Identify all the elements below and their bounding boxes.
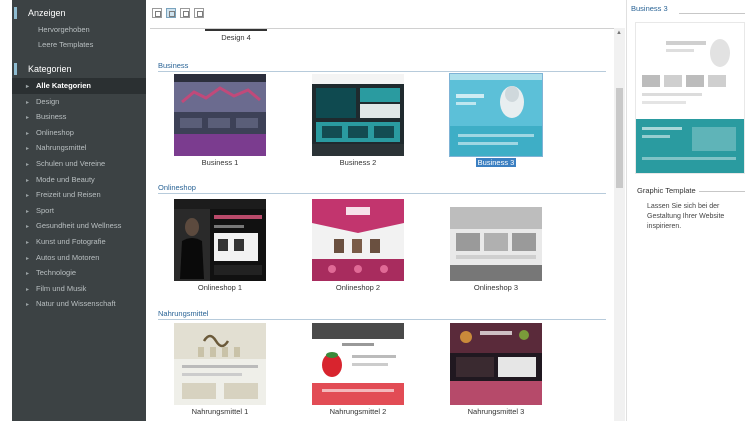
template-thumbnail-nahrungsmittel-3[interactable] (450, 323, 542, 405)
grid-large-icon (183, 11, 189, 17)
design-4-thumbnail-edge[interactable] (205, 29, 267, 31)
template-thumbnail-onlineshop-1[interactable] (174, 199, 266, 281)
category-item[interactable]: ▸ Mode und Beauty (12, 172, 146, 188)
section-bar-icon (14, 7, 17, 19)
caption-onlineshop-1[interactable]: Onlineshop 1 (160, 283, 280, 292)
category-label: Alle Kategorien (36, 81, 92, 90)
large-grid-view-button[interactable] (180, 8, 190, 18)
section-bar-icon (14, 63, 17, 75)
page-icon (197, 11, 203, 17)
categories-section-header[interactable]: Kategorien (12, 60, 146, 78)
template-thumbnail-business-1[interactable] (174, 74, 266, 156)
section-divider (158, 319, 606, 320)
template-thumbnail-onlineshop-2[interactable] (312, 199, 404, 281)
preview-panel: Business 3 Graphic Template Lassen Sie s… (626, 0, 750, 421)
business-3-preview (450, 74, 542, 156)
nahrungsmittel-2-preview (312, 323, 404, 405)
category-label: Sport (36, 205, 54, 215)
grid-small-icon (155, 11, 161, 17)
section-title-nahrungsmittel: Nahrungsmittel (158, 309, 209, 318)
show-section-header[interactable]: Anzeigen (12, 4, 146, 22)
category-label: Kunst und Fotografie (36, 236, 106, 246)
sidebar-item-featured[interactable]: Hervorgehoben (12, 22, 146, 37)
category-item[interactable]: ▸ Onlineshop (12, 125, 146, 141)
preview-section-divider (699, 191, 745, 192)
business-3-large-preview (636, 23, 744, 173)
section-divider (158, 193, 606, 194)
preview-description: Lassen Sie sich bei der Gestaltung Ihrer… (647, 203, 725, 230)
preview-title-divider (679, 13, 745, 14)
template-thumbnail-nahrungsmittel-1[interactable] (174, 323, 266, 405)
gallery-scrollbar[interactable]: ▲ (614, 28, 625, 421)
business-1-preview (174, 74, 266, 156)
caption-nahrungsmittel-3[interactable]: Nahrungsmittel 3 (436, 407, 556, 416)
list-view-button[interactable] (194, 8, 204, 18)
preview-image (635, 22, 745, 174)
small-grid-view-button[interactable] (152, 8, 162, 18)
caption-nahrungsmittel-2[interactable]: Nahrungsmittel 2 (298, 407, 418, 416)
categories-header-label: Kategorien (28, 64, 72, 74)
caption-business-2[interactable]: Business 2 (298, 158, 418, 167)
category-item[interactable]: ▸ Natur und Wissenschaft (12, 296, 146, 312)
category-label: Autos und Motoren (36, 252, 100, 262)
caption-onlineshop-3[interactable]: Onlineshop 3 (436, 283, 556, 292)
view-toolbar (148, 0, 624, 26)
caption-onlineshop-2[interactable]: Onlineshop 2 (298, 283, 418, 292)
nahrungsmittel-3-preview (450, 323, 542, 405)
category-label: Gesundheit und Wellness (36, 221, 122, 231)
onlineshop-2-preview (312, 199, 404, 281)
section-title-business: Business (158, 61, 189, 70)
category-item[interactable]: ▸ Gesundheit und Wellness (12, 218, 146, 234)
category-label: Natur und Wissenschaft (36, 299, 116, 309)
section-title-onlineshop: Onlineshop (158, 183, 196, 192)
sidebar-item-empty-templates[interactable]: Leere Templates (12, 37, 146, 52)
nahrungsmittel-1-preview (174, 323, 266, 405)
section-divider (158, 71, 606, 72)
grid-medium-icon (169, 11, 175, 17)
caption-nahrungsmittel-1[interactable]: Nahrungsmittel 1 (160, 407, 280, 416)
onlineshop-1-preview (174, 199, 266, 281)
category-item[interactable]: ▸ Technologie (12, 265, 146, 281)
design-4-caption[interactable]: Design 4 (176, 33, 296, 42)
show-header-label: Anzeigen (28, 8, 66, 18)
category-label: Business (36, 112, 67, 122)
sidebar-panel: Anzeigen Hervorgehoben Leere Templates K… (12, 0, 146, 421)
category-item[interactable]: ▸ Kunst und Fotografie (12, 234, 146, 250)
category-item[interactable]: ▸ Freizeit und Reisen (12, 187, 146, 203)
category-label: Nahrungsmittel (36, 143, 87, 153)
category-item[interactable]: ▸ Business (12, 109, 146, 125)
caption-business-3[interactable]: Business 3 (436, 158, 556, 167)
category-label: Film und Musik (36, 283, 87, 293)
preview-section-title: Graphic Template (637, 186, 696, 195)
category-item[interactable]: ▸ Design (12, 94, 146, 110)
category-label: Design (36, 96, 60, 106)
chevron-up-icon[interactable]: ▲ (616, 30, 622, 36)
category-item[interactable]: ▸ Nahrungsmittel (12, 140, 146, 156)
category-item[interactable]: ▸ Autos und Motoren (12, 250, 146, 266)
scrollbar-thumb[interactable] (616, 88, 623, 188)
category-item[interactable]: ▸ Schulen und Vereine (12, 156, 146, 172)
category-label: Mode und Beauty (36, 174, 95, 184)
category-label: Freizeit und Reisen (36, 190, 101, 200)
category-item[interactable]: ▸ Film und Musik (12, 281, 146, 297)
category-label: Technologie (36, 268, 77, 278)
sidebar: Anzeigen Hervorgehoben Leere Templates K… (0, 0, 148, 421)
onlineshop-3-preview (450, 199, 542, 281)
template-thumbnail-business-3[interactable] (449, 73, 543, 157)
category-list: ▸ Alle Kategorien ▸ Design ▸ Business ▸ Onlines… (12, 78, 146, 312)
category-item[interactable]: ▸ Sport (12, 203, 146, 219)
chevron-right-icon: ▸ (26, 302, 30, 309)
caption-business-1[interactable]: Business 1 (160, 158, 280, 167)
category-label: Schulen und Vereine (36, 158, 106, 168)
template-gallery: Design 4 Business Business 1 Business 2 … (150, 28, 614, 422)
business-2-preview (312, 74, 404, 156)
medium-grid-view-button[interactable] (166, 8, 176, 18)
category-item[interactable]: ▸ Alle Kategorien (12, 78, 146, 94)
preview-title: Business 3 (631, 4, 668, 13)
caption-business-3-label: Business 3 (475, 158, 517, 167)
template-thumbnail-business-2[interactable] (312, 74, 404, 156)
category-label: Onlineshop (36, 127, 74, 137)
template-thumbnail-onlineshop-3[interactable] (450, 199, 542, 281)
template-thumbnail-nahrungsmittel-2[interactable] (312, 323, 404, 405)
